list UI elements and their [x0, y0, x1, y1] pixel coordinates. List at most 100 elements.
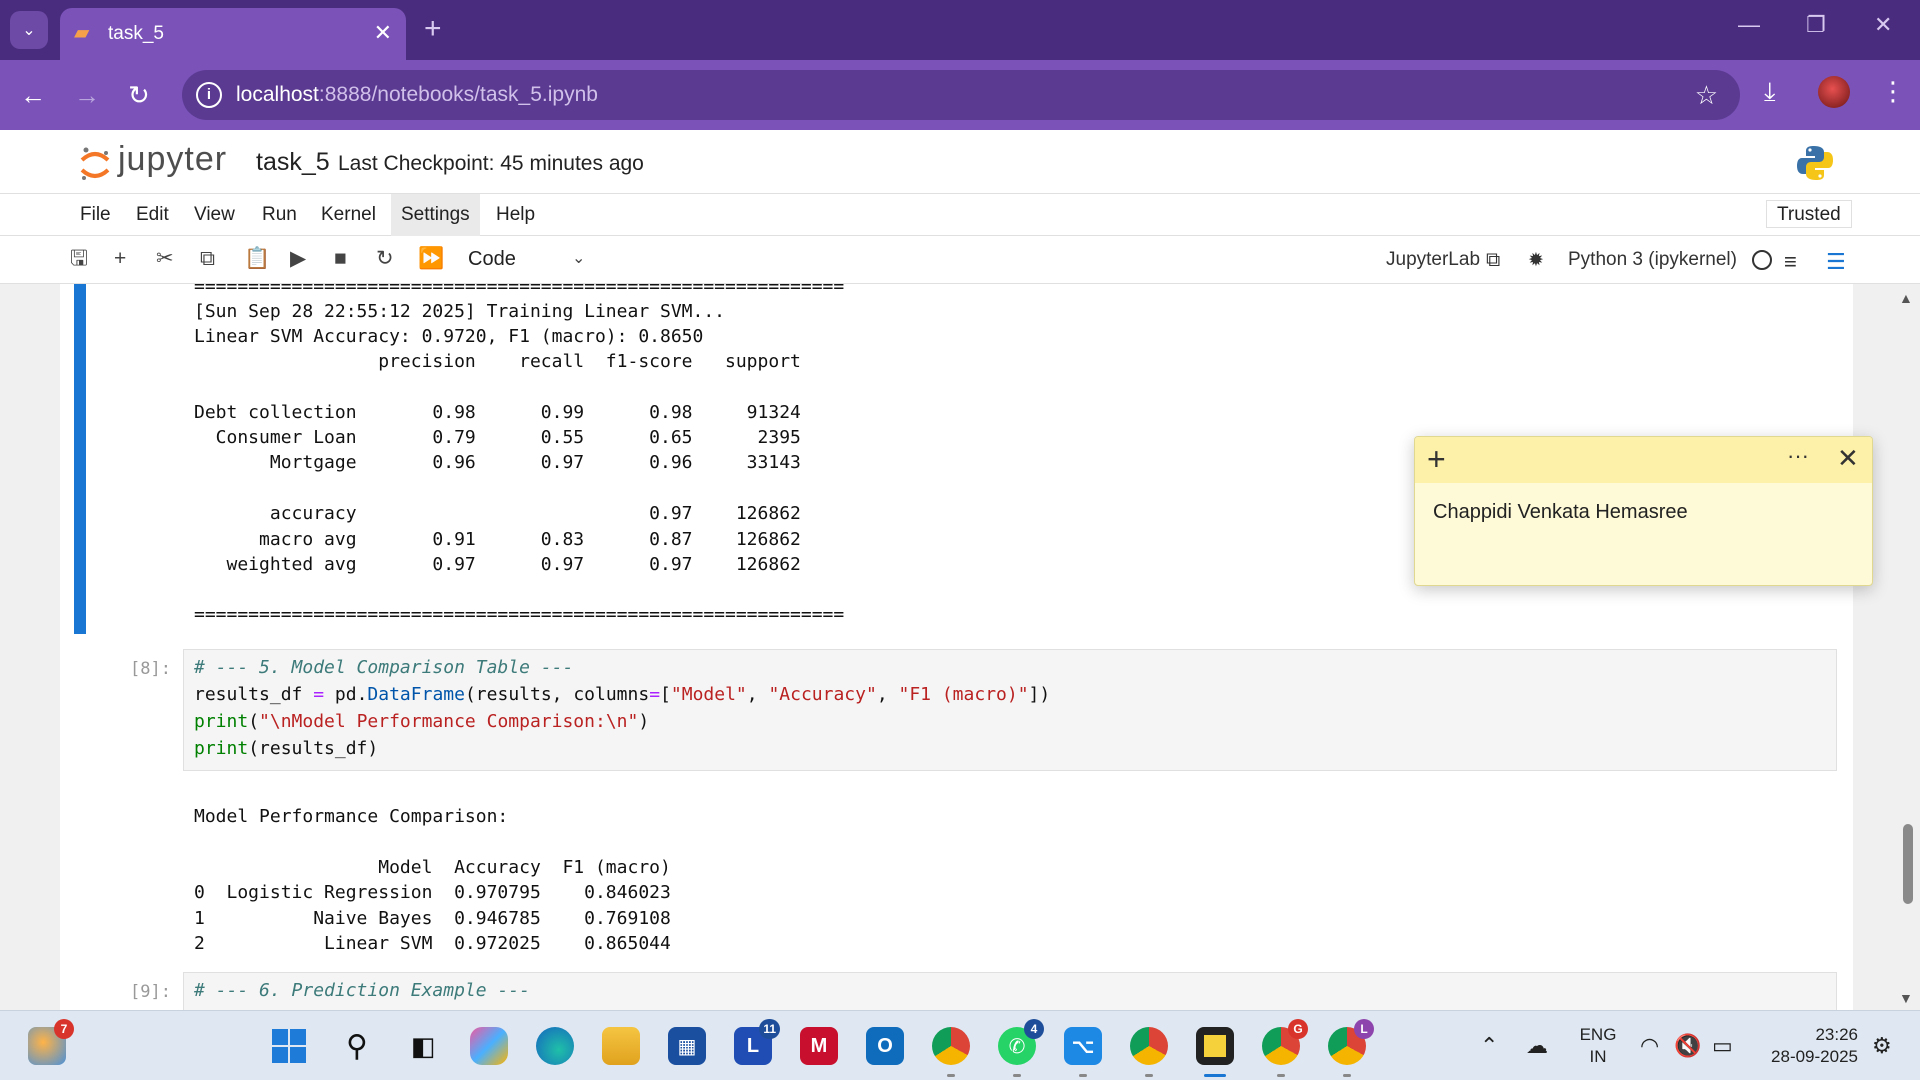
sticky-notes-app-icon[interactable]	[1196, 1027, 1234, 1077]
windows-taskbar: 7 ⚲ ◧ ▦ L 11 M O ✆ 4 ⌥ G L ⌃ ☁ ENG IN ◠ …	[0, 1010, 1920, 1080]
minimize-icon[interactable]: —	[1738, 12, 1760, 38]
chrome-profile-icon[interactable]	[932, 1027, 970, 1077]
menu-help[interactable]: Help	[486, 194, 545, 236]
battery-icon[interactable]: ▭	[1712, 1033, 1733, 1059]
copilot-icon[interactable]	[470, 1027, 508, 1065]
chevron-up-icon[interactable]: ⌃	[1480, 1033, 1498, 1059]
code-line: print(results_df)	[194, 738, 379, 759]
browser-address-bar: ← → ↻ i localhost:8888/notebooks/task_5.…	[0, 60, 1920, 130]
output-line: 1 Naive Bayes 0.946785 0.769108	[194, 908, 671, 929]
bookmark-star-icon[interactable]: ☆	[1695, 80, 1718, 111]
tab-search-chevron-icon[interactable]: ⌄	[10, 11, 48, 49]
clock-time[interactable]: 23:26	[1778, 1025, 1858, 1045]
onedrive-cloud-icon[interactable]: ☁	[1526, 1033, 1548, 1059]
sticky-note-text[interactable]: Chappidi Venkata Hemasree	[1433, 501, 1688, 524]
code-cell-9[interactable]: # --- 6. Prediction Example ---	[183, 972, 1837, 1010]
lens-app-icon[interactable]: L 11	[734, 1019, 780, 1065]
jupyter-wordmark[interactable]: jupyter	[118, 140, 227, 179]
output-line: 2 Linear SVM 0.972025 0.865044	[194, 933, 671, 954]
reload-icon[interactable]: ↻	[128, 80, 150, 110]
code-comment: # --- 6. Prediction Example ---	[194, 980, 530, 1001]
external-link-icon[interactable]: ⧉	[1486, 249, 1500, 272]
language-indicator[interactable]: ENG	[1578, 1025, 1618, 1045]
task-view-icon[interactable]: ◧	[404, 1027, 442, 1065]
menu-run[interactable]: Run	[252, 194, 307, 236]
window-close-icon[interactable]: ✕	[1874, 12, 1892, 38]
stop-icon[interactable]: ■	[334, 246, 347, 272]
start-windows-icon[interactable]	[270, 1027, 308, 1065]
download-icon[interactable]: ⤓	[1764, 76, 1776, 108]
forward-icon[interactable]: →	[74, 80, 100, 110]
notebook-name[interactable]: task_5	[256, 148, 330, 177]
restore-icon[interactable]: ❐	[1806, 12, 1826, 38]
code-cell-8[interactable]: # --- 5. Model Comparison Table --- resu…	[183, 649, 1837, 771]
site-info-icon[interactable]: i	[196, 82, 222, 108]
run-icon[interactable]: ▶	[290, 246, 306, 272]
copy-icon[interactable]: ⧉	[200, 246, 215, 272]
tab-close-icon[interactable]: ✕	[374, 20, 392, 46]
chrome-profile-l-icon[interactable]: L	[1328, 1019, 1374, 1077]
menu-file[interactable]: File	[70, 194, 121, 236]
jupyter-header: jupyter task_5 Last Checkpoint: 45 minut…	[0, 130, 1920, 194]
file-explorer-icon[interactable]	[602, 1027, 640, 1065]
output-line: accuracy 0.97 126862	[194, 503, 801, 524]
scroll-down-arrow-icon[interactable]: ▼	[1899, 990, 1913, 1006]
whatsapp-icon[interactable]: ✆ 4	[998, 1019, 1044, 1077]
outlook-icon[interactable]: O	[866, 1027, 904, 1065]
scroll-up-arrow-icon[interactable]: ▲	[1899, 290, 1913, 306]
notification-center-icon[interactable]: ⚙	[1872, 1033, 1892, 1059]
save-icon[interactable]: 🖫	[70, 246, 88, 272]
output-line: [Sun Sep 28 22:55:12 2025] Training Line…	[194, 301, 726, 322]
profile-avatar[interactable]	[1818, 76, 1850, 108]
output-line: Consumer Loan 0.79 0.55 0.65 2395	[194, 427, 801, 448]
chrome-profile-icon[interactable]	[1130, 1027, 1168, 1077]
output-line: Model Accuracy F1 (macro)	[194, 857, 671, 878]
vscode-icon[interactable]: ⌥	[1064, 1027, 1102, 1077]
browser-menu-icon[interactable]: ⋮	[1880, 76, 1906, 107]
scrollbar-thumb[interactable]	[1903, 824, 1913, 904]
browser-tab[interactable]: ▰ task_5 ✕	[60, 8, 406, 60]
cut-icon[interactable]: ✂	[156, 246, 174, 272]
add-note-icon[interactable]: +	[1427, 441, 1446, 477]
code-line: print("\nModel Performance Comparison:\n…	[194, 711, 650, 732]
mcafee-icon[interactable]: M	[800, 1027, 838, 1065]
microsoft-store-icon[interactable]: ▦	[668, 1027, 706, 1065]
active-cell-indicator	[74, 284, 86, 634]
language-region[interactable]: IN	[1578, 1047, 1618, 1067]
paste-icon[interactable]: 📋	[244, 246, 270, 272]
url-omnibox[interactable]: i localhost:8888/notebooks/task_5.ipynb …	[182, 70, 1740, 120]
debugger-bug-icon[interactable]: ✹	[1528, 249, 1544, 272]
sticky-note[interactable]: + ··· ✕ Chappidi Venkata Hemasree	[1414, 436, 1873, 586]
clock-date[interactable]: 28-09-2025	[1748, 1047, 1858, 1067]
jupyter-menubar: File Edit View Run Kernel Settings Help …	[0, 194, 1920, 236]
output-line: Debt collection 0.98 0.99 0.98 91324	[194, 402, 801, 423]
new-tab-icon[interactable]: +	[424, 12, 442, 46]
speaker-muted-icon[interactable]: 🔇	[1674, 1033, 1701, 1059]
run-all-icon[interactable]: ⏩	[418, 246, 444, 272]
insert-cell-icon[interactable]: +	[114, 246, 126, 272]
url-text[interactable]: localhost:8888/notebooks/task_5.ipynb	[236, 83, 598, 107]
cell-type-select[interactable]: Code	[468, 248, 516, 271]
chrome-profile-g-icon[interactable]: G	[1262, 1019, 1308, 1077]
edge-browser-icon[interactable]	[536, 1027, 574, 1065]
menu-kernel[interactable]: Kernel	[311, 194, 386, 236]
cell-prompt: [9]:	[130, 982, 171, 1002]
property-inspector-icon[interactable]: ☰	[1826, 249, 1846, 275]
menu-lines-icon[interactable]: ≡	[1784, 249, 1797, 275]
kernel-name[interactable]: Python 3 (ipykernel)	[1568, 249, 1737, 271]
back-icon[interactable]: ←	[20, 80, 46, 110]
weather-widget-icon[interactable]: 7	[28, 1019, 74, 1065]
notebook-area: ========================================…	[0, 284, 1920, 1010]
more-options-icon[interactable]: ···	[1787, 443, 1809, 469]
chevron-down-icon[interactable]: ⌄	[572, 248, 585, 268]
restart-icon[interactable]: ↻	[376, 246, 394, 272]
menu-settings[interactable]: Settings	[391, 194, 480, 236]
tab-title: task_5	[108, 23, 164, 44]
menu-edit[interactable]: Edit	[126, 194, 179, 236]
jupyterlab-link[interactable]: JupyterLab	[1386, 249, 1480, 271]
close-icon[interactable]: ✕	[1837, 443, 1859, 473]
wifi-icon[interactable]: ◠	[1640, 1033, 1659, 1059]
search-icon[interactable]: ⚲	[338, 1027, 376, 1065]
trusted-indicator[interactable]: Trusted	[1766, 200, 1852, 228]
menu-view[interactable]: View	[184, 194, 245, 236]
